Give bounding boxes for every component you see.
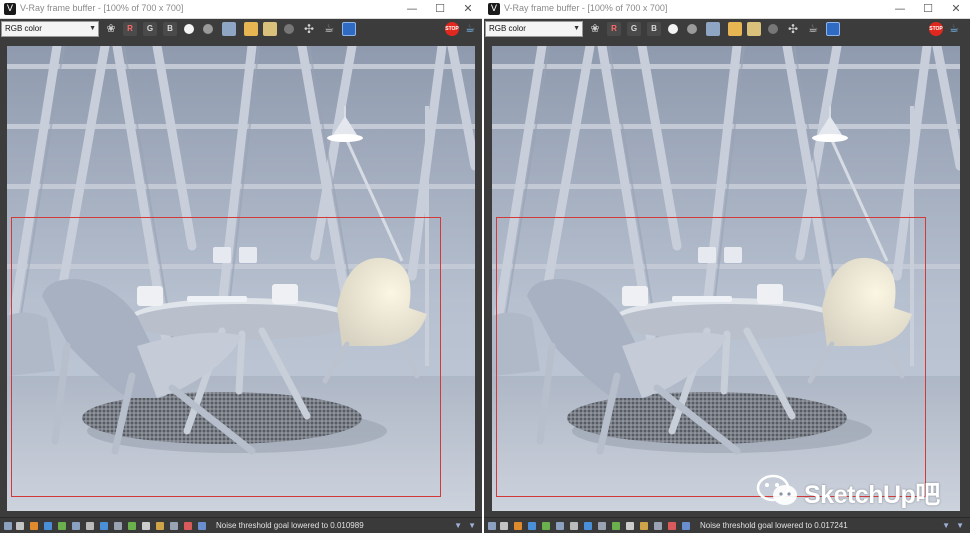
render-region-outline[interactable] xyxy=(11,217,441,497)
status-icon[interactable] xyxy=(612,522,620,530)
status-icon[interactable] xyxy=(86,522,94,530)
minimize-button[interactable]: — xyxy=(398,0,426,18)
maximize-button[interactable]: ☐ xyxy=(914,0,942,18)
alpha-white-icon[interactable] xyxy=(666,22,680,36)
render-last-icon[interactable]: ☕ xyxy=(806,22,820,36)
channel-select[interactable]: RGB color ▼ xyxy=(485,21,583,37)
save-image-icon[interactable] xyxy=(222,22,236,36)
channel-select-value: RGB color xyxy=(489,24,526,33)
status-icon[interactable] xyxy=(654,522,662,530)
status-icon[interactable] xyxy=(584,522,592,530)
window-title: V-Ray frame buffer - [100% of 700 x 700] xyxy=(504,3,668,13)
render-last-icon[interactable]: ☕ xyxy=(322,22,336,36)
status-icon[interactable] xyxy=(100,522,108,530)
status-icon[interactable] xyxy=(514,522,522,530)
status-message: Noise threshold goal lowered to 0.017241 xyxy=(700,521,848,530)
status-icon[interactable] xyxy=(30,522,38,530)
vfb-window-left: V V-Ray frame buffer - [100% of 700 x 70… xyxy=(0,0,482,533)
clear-image-icon[interactable] xyxy=(263,22,277,36)
red-channel-button[interactable]: R xyxy=(607,22,621,36)
status-icon[interactable] xyxy=(16,522,24,530)
stop-render-icon[interactable]: STOP xyxy=(445,22,459,36)
title-bar[interactable]: V V-Ray frame buffer - [100% of 700 x 70… xyxy=(484,0,970,19)
status-bar: Noise threshold goal lowered to 0.017241… xyxy=(484,517,970,533)
render-icon[interactable]: ☕ xyxy=(947,22,961,36)
title-bar[interactable]: V V-Ray frame buffer - [100% of 700 x 70… xyxy=(0,0,482,19)
vfb-history-icon[interactable] xyxy=(826,22,840,36)
status-icon[interactable] xyxy=(682,522,690,530)
status-icon[interactable] xyxy=(488,522,496,530)
toolbar: RGB color ▼ ❀ R G B ✣ ☕ STOP ☕ xyxy=(484,19,970,40)
track-mouse-icon[interactable] xyxy=(282,22,296,36)
scroll-down-icon[interactable]: ▼ xyxy=(468,521,476,530)
toolbar: RGB color ▼ ❀ R G B ✣ ☕ STOP ☕ xyxy=(0,19,482,40)
region-render-icon[interactable]: ✣ xyxy=(786,22,800,36)
status-icon[interactable] xyxy=(542,522,550,530)
mono-icon[interactable] xyxy=(685,22,699,36)
load-image-icon[interactable] xyxy=(728,22,742,36)
blue-channel-button[interactable]: B xyxy=(163,22,177,36)
color-corrections-icon[interactable]: ❀ xyxy=(104,22,118,36)
scroll-down-icon[interactable]: ▼ xyxy=(956,521,964,530)
close-button[interactable]: ✕ xyxy=(942,0,970,18)
status-icon[interactable] xyxy=(4,522,12,530)
status-icon[interactable] xyxy=(128,522,136,530)
status-icon[interactable] xyxy=(114,522,122,530)
green-channel-button[interactable]: G xyxy=(627,22,641,36)
vray-logo-icon: V xyxy=(488,3,500,15)
status-icon[interactable] xyxy=(58,522,66,530)
alpha-white-icon[interactable] xyxy=(182,22,196,36)
mono-icon[interactable] xyxy=(201,22,215,36)
maximize-button[interactable]: ☐ xyxy=(426,0,454,18)
status-icon[interactable] xyxy=(156,522,164,530)
window-title: V-Ray frame buffer - [100% of 700 x 700] xyxy=(20,3,184,13)
watermark-text: SketchUp吧 xyxy=(804,481,940,509)
channel-select[interactable]: RGB color ▼ xyxy=(1,21,99,37)
chevron-down-icon: ▼ xyxy=(573,25,580,32)
green-channel-button[interactable]: G xyxy=(143,22,157,36)
render-icon[interactable]: ☕ xyxy=(463,22,477,36)
vfb-history-icon[interactable] xyxy=(342,22,356,36)
scroll-down-icon[interactable]: ▼ xyxy=(454,521,462,530)
close-button[interactable]: ✕ xyxy=(454,0,482,18)
minimize-button[interactable]: — xyxy=(886,0,914,18)
status-icon[interactable] xyxy=(198,522,206,530)
scroll-down-icon[interactable]: ▼ xyxy=(942,521,950,530)
channel-select-value: RGB color xyxy=(5,24,42,33)
status-message: Noise threshold goal lowered to 0.010989 xyxy=(216,521,364,530)
blue-channel-button[interactable]: B xyxy=(647,22,661,36)
red-channel-button[interactable]: R xyxy=(123,22,137,36)
status-icon[interactable] xyxy=(184,522,192,530)
status-icon[interactable] xyxy=(598,522,606,530)
status-icon[interactable] xyxy=(528,522,536,530)
status-icon[interactable] xyxy=(44,522,52,530)
status-icon[interactable] xyxy=(668,522,676,530)
render-viewport[interactable] xyxy=(492,46,960,511)
chevron-down-icon: ▼ xyxy=(89,25,96,32)
vray-logo-icon: V xyxy=(4,3,16,15)
stop-render-icon[interactable]: STOP xyxy=(929,22,943,36)
save-image-icon[interactable] xyxy=(706,22,720,36)
load-image-icon[interactable] xyxy=(244,22,258,36)
status-icon[interactable] xyxy=(640,522,648,530)
track-mouse-icon[interactable] xyxy=(766,22,780,36)
render-region-outline[interactable] xyxy=(496,217,926,497)
region-render-icon[interactable]: ✣ xyxy=(302,22,316,36)
vfb-window-right: V V-Ray frame buffer - [100% of 700 x 70… xyxy=(484,0,970,533)
watermark: SketchUp吧 xyxy=(756,473,941,509)
render-viewport[interactable] xyxy=(7,46,475,511)
status-bar: Noise threshold goal lowered to 0.010989… xyxy=(0,517,482,533)
status-icon[interactable] xyxy=(142,522,150,530)
status-icon[interactable] xyxy=(500,522,508,530)
color-corrections-icon[interactable]: ❀ xyxy=(588,22,602,36)
status-icon[interactable] xyxy=(570,522,578,530)
status-icon[interactable] xyxy=(170,522,178,530)
wechat-logo-icon xyxy=(756,474,797,505)
clear-image-icon[interactable] xyxy=(747,22,761,36)
status-icon[interactable] xyxy=(72,522,80,530)
status-icon[interactable] xyxy=(626,522,634,530)
status-icon[interactable] xyxy=(556,522,564,530)
